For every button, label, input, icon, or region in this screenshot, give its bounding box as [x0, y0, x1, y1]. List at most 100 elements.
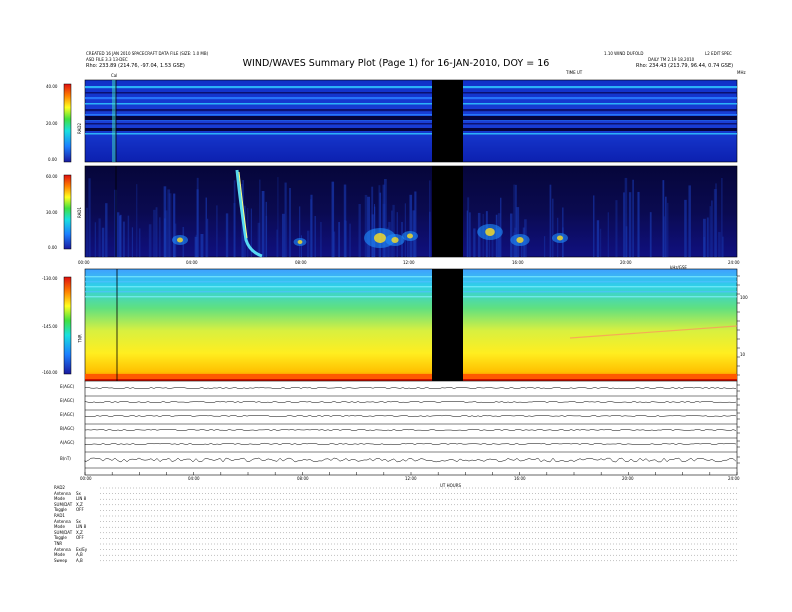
footer-row-label: Mode	[54, 524, 65, 530]
rad1-tick-mid: 30.00	[46, 210, 58, 215]
summary-plot	[63, 79, 740, 561]
rad1-streak	[721, 177, 723, 257]
footer-row-label: Sweep	[54, 557, 68, 563]
rad1-streak	[688, 185, 691, 257]
tnr-panel	[63, 268, 740, 382]
line-xtick-1: 04:00	[188, 476, 200, 481]
rad1-streak	[715, 183, 717, 257]
rad1-streak	[98, 218, 101, 257]
rad1-xtick-0: 00:00	[78, 260, 90, 265]
line-xtick-6: 24:00	[728, 476, 740, 481]
footer-row-label: Toggle	[54, 535, 67, 541]
tnr-colorbar	[63, 276, 72, 375]
footer-row-label: TNR	[54, 541, 63, 546]
rad1-streak	[358, 203, 361, 257]
rad1-streak	[596, 220, 600, 257]
lineplots-panel	[84, 380, 740, 476]
rad1-streak	[225, 213, 229, 257]
rad2-dark-band	[85, 128, 737, 131]
footer-row-label: RAD2	[54, 485, 65, 490]
rad1-blob-core	[391, 237, 399, 243]
rad1-streak	[409, 194, 413, 257]
tnr-band	[85, 286, 737, 288]
rad1-streak	[414, 191, 417, 257]
footer-row-value: X,Z	[76, 501, 83, 507]
rad2-colorbar	[63, 83, 72, 163]
rad1-streak	[281, 213, 285, 257]
tnr-tick-top: -130.00	[42, 276, 58, 281]
rad1-streak	[127, 215, 130, 257]
rad1-streak	[105, 203, 108, 257]
rad1-streak	[709, 206, 711, 257]
rad1-streak	[299, 206, 301, 257]
rad1-streak	[684, 199, 687, 257]
line-row-label-4: A(AGC)	[60, 440, 75, 445]
rad2-tick-top: 40.00	[46, 84, 58, 89]
rad1-streak	[306, 230, 310, 257]
rad1-streak	[276, 229, 278, 257]
rad1-streak	[663, 216, 665, 257]
rad1-colorbar	[63, 174, 72, 250]
rad1-blob-core	[297, 240, 303, 244]
rad1-blob-core	[516, 237, 524, 243]
rad1-streak	[116, 212, 120, 257]
rad1-streak	[615, 200, 618, 257]
rad1-xtick-1: 04:00	[186, 260, 198, 265]
footer-row-label: SUM/DAT	[54, 501, 73, 507]
rad1-streak	[131, 227, 134, 257]
rad1-blob-core	[557, 235, 563, 241]
footer-row-value: OFF	[76, 535, 84, 541]
rad1-streak	[159, 217, 161, 257]
rad1-streak	[392, 204, 395, 257]
line-row-label-5: B(nT)	[60, 456, 71, 461]
rad1-streak	[216, 205, 218, 257]
tnr-ylabel: TNR	[77, 334, 83, 343]
rad1-streak	[344, 220, 347, 257]
rad2-tick-mid: 20.00	[46, 121, 58, 126]
rad1-streak	[86, 207, 89, 257]
rad2-band	[85, 86, 737, 89]
lineplots-frame	[84, 380, 738, 476]
rad1-streak	[513, 184, 515, 257]
rad2-band	[85, 109, 737, 112]
rad1-streak	[122, 221, 125, 257]
footer-row-label: RAD1	[54, 513, 65, 518]
rad1-streak	[205, 197, 208, 257]
rad1-streak	[711, 200, 713, 257]
rad1-streak	[207, 218, 209, 257]
tnr-right-tick-100: 100	[740, 295, 748, 300]
rad1-blob-core	[407, 233, 413, 239]
line-row-label-1: E(AGC)	[60, 398, 75, 403]
line-row-label-3: B(AGC)	[60, 426, 75, 431]
rad1-streak	[706, 217, 709, 257]
rad1-streak	[88, 178, 91, 257]
rad2-tick-bot: 0.00	[48, 157, 57, 162]
line-xtick-4: 16:00	[514, 476, 526, 481]
footer-row-label: Antenna	[54, 518, 71, 524]
line-row-label-0: E(AGC)	[60, 384, 75, 389]
footer-row-value: Sx	[76, 518, 81, 524]
rad1-streak	[289, 187, 291, 257]
tnr-right-tick-10: 10	[740, 352, 746, 357]
rad1-xtick-5: 20:00	[620, 260, 632, 265]
tnr-band	[85, 296, 737, 298]
footer-row-value: A,B	[76, 552, 83, 558]
tnr-tick-mid: -145.00	[42, 324, 58, 329]
line-xtick-5: 20:00	[622, 476, 634, 481]
rad1-streak	[148, 224, 152, 257]
footer-row-label: Antenna	[54, 546, 71, 552]
rad1-streak	[196, 189, 199, 257]
footer-row-value: OFF	[76, 507, 84, 513]
rad1-streak	[259, 179, 261, 257]
rad1-ylabel: RAD1	[76, 207, 82, 218]
rad1-streak	[310, 194, 313, 257]
footer-row-label: Mode	[54, 496, 65, 502]
rad1-streak	[718, 232, 721, 257]
rad1-streak	[552, 198, 554, 257]
rad1-blob-core	[374, 233, 386, 243]
rad1-streak	[607, 212, 609, 257]
line-xtick-2: 08:00	[297, 476, 309, 481]
rad1-streak	[136, 184, 138, 257]
rad1-streak	[261, 191, 265, 257]
tnr-data-gap	[432, 269, 463, 381]
